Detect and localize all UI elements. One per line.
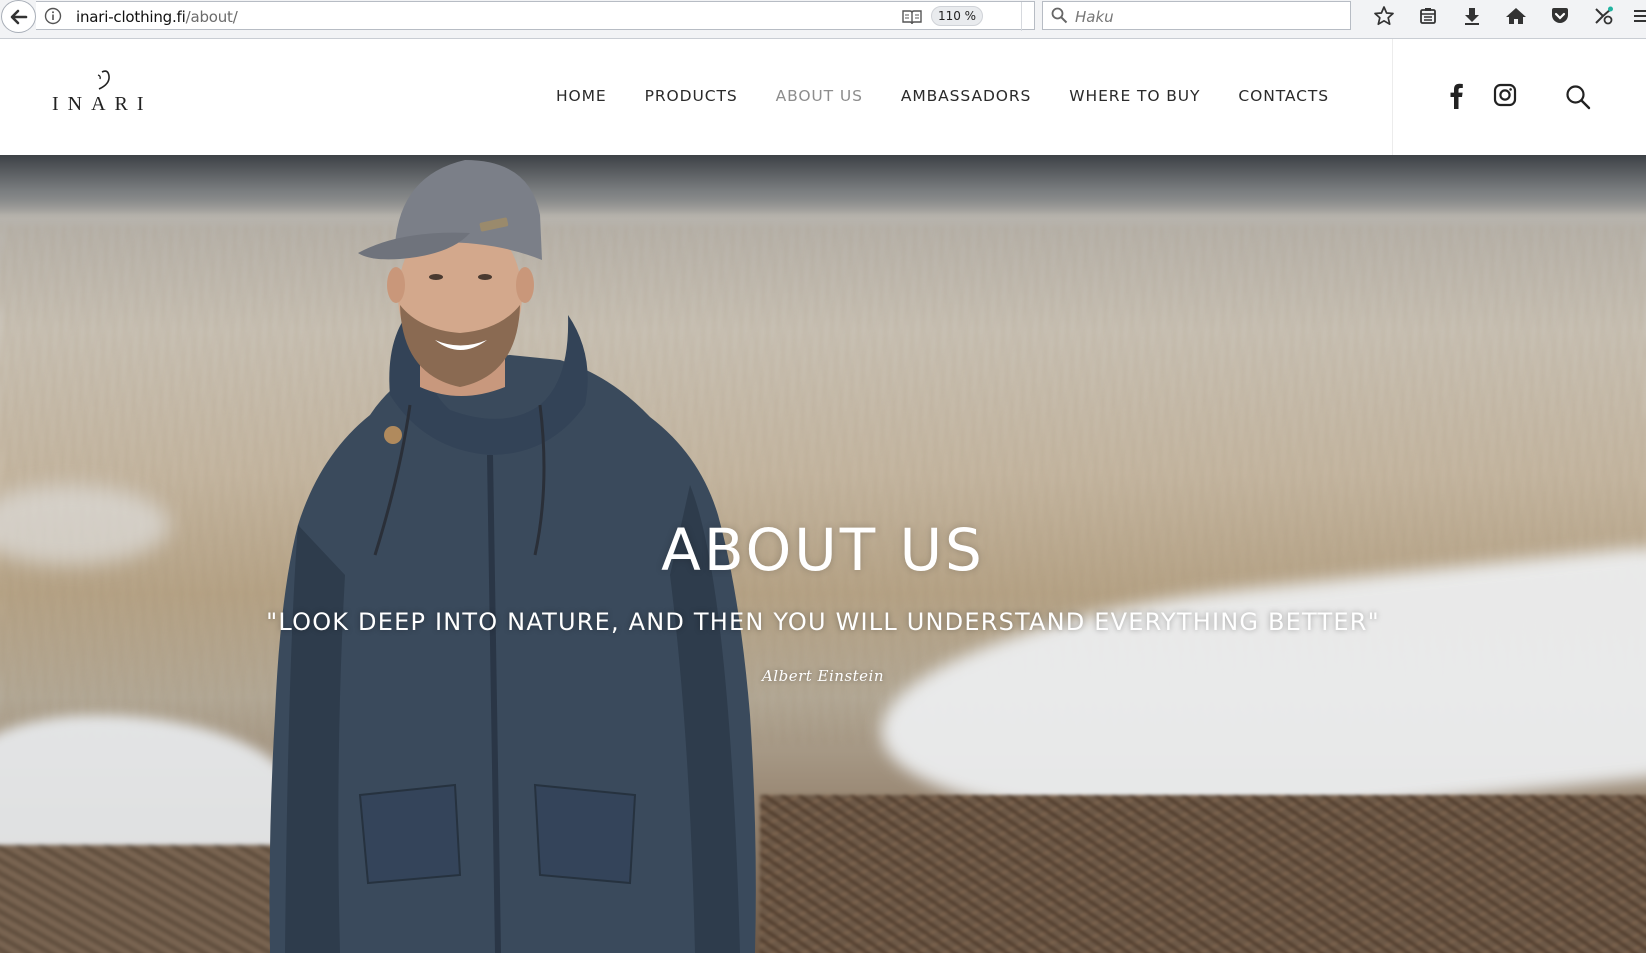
- hero-title: ABOUT US: [661, 516, 985, 584]
- menu-icon[interactable]: [1626, 0, 1646, 32]
- hero-background-brush: [760, 795, 1646, 953]
- header-divider: [1392, 39, 1393, 155]
- logo-text: INARI: [52, 93, 153, 115]
- back-arrow-icon: [10, 9, 27, 24]
- search-bar[interactable]: Haku: [1042, 1, 1351, 30]
- url-path: /about/: [185, 8, 238, 26]
- main-navigation: HOME PRODUCTS ABOUT US AMBASSADORS WHERE…: [556, 87, 1367, 105]
- hero-content: ABOUT US "LOOK DEEP INTO NATURE, AND THE…: [0, 515, 1646, 685]
- nav-products[interactable]: PRODUCTS: [645, 87, 738, 105]
- home-icon[interactable]: [1494, 0, 1538, 32]
- url-domain: inari-clothing.fi: [76, 8, 186, 26]
- hero-background-brush: [0, 845, 280, 953]
- download-icon[interactable]: [1450, 0, 1494, 32]
- hero-quote: "LOOK DEEP INTO NATURE, AND THEN YOU WIL…: [266, 608, 1380, 636]
- back-button[interactable]: [1, 0, 36, 33]
- zoom-level-badge[interactable]: 110 %: [931, 6, 983, 26]
- search-placeholder: Haku: [1075, 8, 1114, 26]
- inari-logo[interactable]: INARI: [52, 70, 153, 121]
- instagram-icon[interactable]: [1493, 83, 1517, 112]
- extension-icon[interactable]: [1582, 0, 1626, 32]
- facebook-icon[interactable]: [1448, 83, 1464, 114]
- nav-ambassadors[interactable]: AMBASSADORS: [901, 87, 1031, 105]
- nav-about-us[interactable]: ABOUT US: [776, 87, 863, 105]
- bookmark-star-icon[interactable]: [1362, 0, 1406, 32]
- hero-quote-author: Albert Einstein: [761, 667, 885, 685]
- hero-background-sky: [0, 155, 1646, 215]
- browser-toolbar: inari-clothing.fi/about/ 110 % Haku: [0, 0, 1646, 39]
- logo-swirl-icon: [97, 70, 110, 90]
- site-header: INARI HOME PRODUCTS ABOUT US AMBASSADORS…: [0, 39, 1646, 155]
- nav-where-to-buy[interactable]: WHERE TO BUY: [1069, 87, 1200, 105]
- browser-toolbar-icons: [1362, 0, 1646, 32]
- hero-banner: ABOUT US "LOOK DEEP INTO NATURE, AND THE…: [0, 155, 1646, 953]
- reader-view-icon[interactable]: [901, 8, 923, 26]
- nav-contacts[interactable]: CONTACTS: [1238, 87, 1329, 105]
- address-bar[interactable]: inari-clothing.fi/about/ 110 %: [36, 1, 1056, 31]
- site-search-icon[interactable]: [1565, 84, 1591, 115]
- search-icon: [1051, 7, 1068, 24]
- pocket-icon[interactable]: [1538, 0, 1582, 32]
- url-text[interactable]: inari-clothing.fi/about/: [76, 8, 238, 26]
- nav-home[interactable]: HOME: [556, 87, 607, 105]
- library-icon[interactable]: [1406, 0, 1450, 32]
- urlbar-separator: [1021, 2, 1022, 31]
- info-icon[interactable]: [44, 7, 62, 25]
